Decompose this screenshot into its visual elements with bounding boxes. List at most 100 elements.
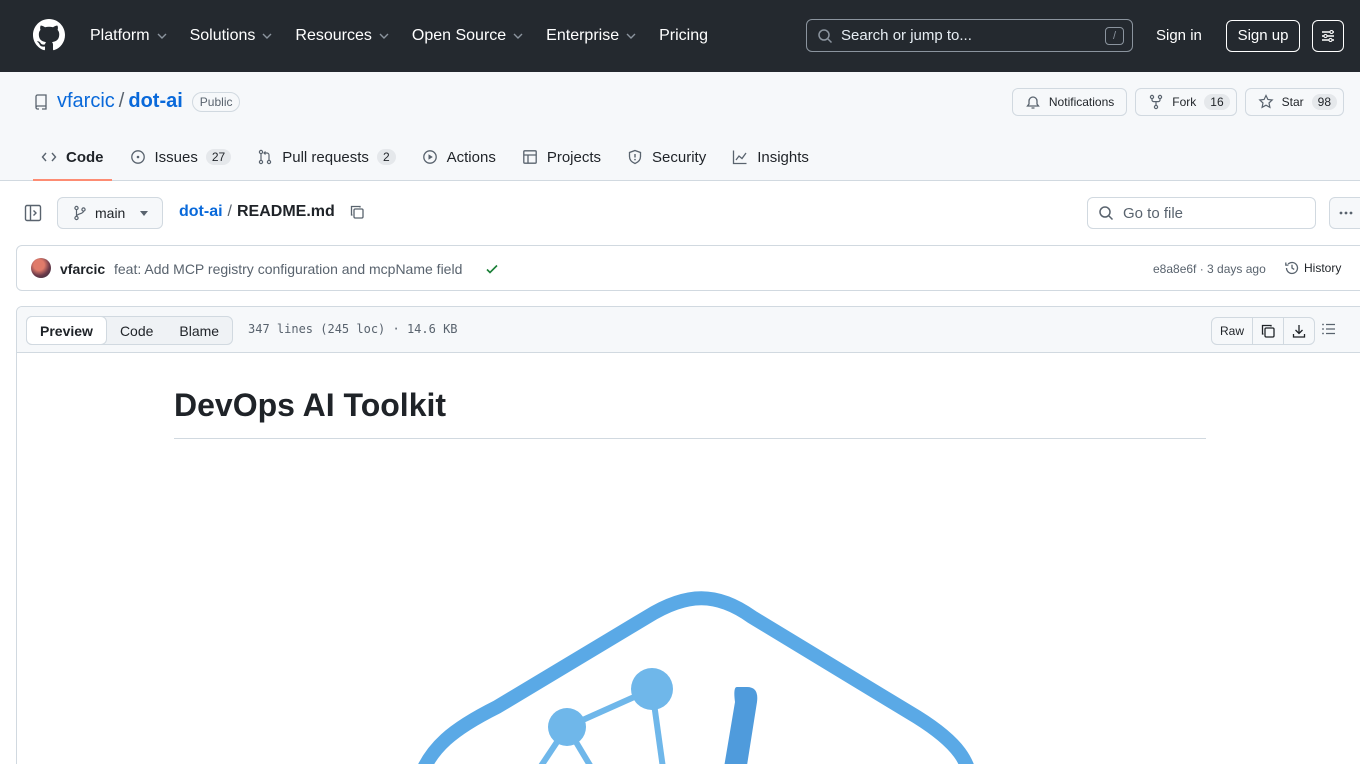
check-icon[interactable] [484, 261, 500, 277]
nav-label: Solutions [189, 27, 256, 44]
repo-icon [35, 93, 47, 110]
tab-code[interactable]: Code [33, 136, 112, 181]
list-outline-icon[interactable] [1321, 321, 1337, 337]
tab-label: Code [66, 148, 104, 166]
nav-solutions[interactable]: Solutions [190, 27, 274, 45]
search-placeholder: Search or jump to... [841, 27, 972, 44]
github-logo-icon[interactable] [33, 19, 65, 51]
kebab-horizontal-icon [1339, 211, 1353, 215]
star-count: 98 [1311, 94, 1337, 110]
tab-pull-requests[interactable]: Pull requests 2 [249, 136, 403, 178]
copy-path-icon[interactable] [349, 204, 365, 220]
nav-label: Platform [90, 27, 150, 44]
nav-open-source[interactable]: Open Source [412, 27, 524, 45]
repo-name-link[interactable]: dot-ai [128, 90, 182, 113]
nav-enterprise[interactable]: Enterprise [546, 27, 637, 45]
play-icon [422, 150, 437, 164]
mode-blame[interactable]: Blame [166, 317, 232, 344]
latest-commit-bar: vfarcic feat: Add MCP registry configura… [16, 245, 1360, 291]
repo-tabs: Code Issues 27 Pull requests 2 Actions P… [33, 136, 827, 181]
repo-separator: / [118, 90, 125, 112]
commit-message-link[interactable]: feat: Add MCP registry configuration and… [114, 261, 462, 277]
sidebar-toggle-icon[interactable] [24, 204, 42, 222]
caret-down-icon [140, 211, 148, 216]
view-mode-switch: Preview Code Blame [26, 316, 234, 345]
sign-in-link[interactable]: Sign in [1156, 27, 1202, 44]
nav-label: Enterprise [546, 27, 620, 44]
raw-button[interactable]: Raw [1212, 318, 1252, 344]
star-label: Star [1281, 95, 1304, 109]
go-to-file-input[interactable]: Go to file [1087, 197, 1316, 229]
tab-label: Security [652, 148, 707, 166]
search-icon [1099, 206, 1114, 221]
tab-label: Issues [154, 148, 198, 166]
notifications-button[interactable]: Notifications [1011, 88, 1128, 116]
chevron-down-icon [379, 33, 389, 39]
tab-label: Projects [546, 148, 602, 166]
history-icon [1285, 261, 1299, 275]
readme-title: DevOps AI Toolkit [174, 387, 1206, 439]
mode-code[interactable]: Code [107, 317, 166, 344]
breadcrumb-repo-link[interactable]: dot-ai [179, 203, 223, 221]
mode-preview[interactable]: Preview [26, 316, 107, 345]
download-button[interactable] [1283, 318, 1314, 344]
graph-icon [733, 150, 747, 165]
table-icon [522, 150, 537, 164]
copy-raw-button[interactable] [1252, 318, 1283, 344]
nav-label: Pricing [659, 27, 708, 44]
file-breadcrumb: dot-ai / README.md [179, 203, 365, 221]
history-label: History [1304, 261, 1342, 275]
chevron-down-icon [626, 33, 636, 39]
readme-content: DevOps AI Toolkit [174, 387, 1206, 439]
fork-count: 16 [1204, 94, 1230, 110]
menu-button[interactable] [1312, 20, 1344, 52]
copy-icon [1261, 324, 1275, 338]
breadcrumb-file-name: README.md [237, 203, 335, 220]
chevron-down-icon [157, 33, 167, 39]
breadcrumb-separator: / [227, 203, 232, 220]
author-avatar[interactable] [31, 258, 51, 278]
star-button[interactable]: Star 98 [1244, 88, 1344, 116]
search-icon [818, 28, 833, 43]
repo-header: vfarcic / dot-ai Public Notifications Fo… [0, 72, 1360, 181]
sliders-icon [1322, 30, 1334, 42]
tab-projects[interactable]: Projects [514, 136, 609, 178]
issue-icon [130, 150, 145, 164]
fork-icon [1150, 94, 1163, 110]
fork-button[interactable]: Fork 16 [1135, 88, 1237, 116]
notifications-label: Notifications [1048, 95, 1115, 109]
top-nav: Platform Solutions Resources Open Source… [90, 0, 730, 72]
pull-request-icon [259, 149, 272, 165]
repo-owner-link[interactable]: vfarcic [57, 90, 115, 113]
go-to-file-placeholder: Go to file [1123, 204, 1184, 222]
global-header: Platform Solutions Resources Open Source… [0, 0, 1360, 72]
tab-insights[interactable]: Insights [724, 136, 817, 178]
fork-label: Fork [1172, 95, 1197, 109]
nav-platform[interactable]: Platform [90, 27, 168, 45]
tab-label: Insights [757, 148, 809, 166]
nav-label: Resources [295, 27, 372, 44]
bell-icon [1026, 96, 1040, 109]
project-logo-image [418, 591, 974, 764]
git-branch-icon [74, 205, 86, 221]
tab-actions[interactable]: Actions [414, 136, 504, 178]
tab-security[interactable]: Security [619, 136, 714, 178]
shield-icon [628, 149, 642, 165]
nav-resources[interactable]: Resources [295, 27, 389, 45]
repo-title: vfarcic / dot-ai Public [33, 90, 241, 113]
tab-count: 27 [205, 149, 232, 165]
branch-selector[interactable]: main [57, 197, 163, 229]
global-search-input[interactable]: Search or jump to... / [806, 19, 1133, 52]
commit-author-link[interactable]: vfarcic [60, 261, 105, 277]
tab-issues[interactable]: Issues 27 [122, 136, 240, 178]
tab-label: Pull requests [282, 148, 369, 166]
visibility-badge: Public [191, 91, 241, 112]
nav-pricing[interactable]: Pricing [659, 27, 708, 45]
history-button[interactable]: History [1284, 260, 1341, 276]
commit-sha-age[interactable]: e8a8e6f · 3 days ago [1153, 262, 1266, 276]
repo-actions: Notifications Fork 16 Star 98 [1004, 88, 1344, 116]
sign-up-button[interactable]: Sign up [1226, 20, 1300, 52]
more-options-button[interactable] [1329, 197, 1360, 229]
nav-label: Open Source [411, 27, 507, 44]
file-tools: Raw [1211, 317, 1316, 345]
